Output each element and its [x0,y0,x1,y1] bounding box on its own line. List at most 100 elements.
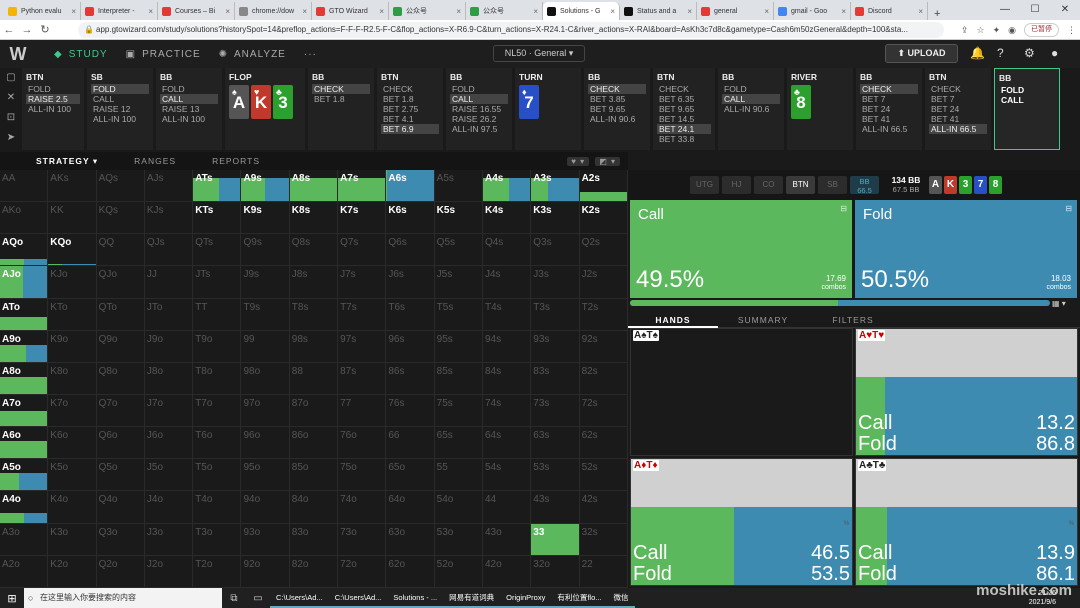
hand-cell[interactable]: AKo [0,202,49,235]
hand-cell[interactable]: 73o [338,523,387,556]
hand-cell[interactable]: T4s [482,298,532,331]
hand-cell[interactable]: QTs [193,234,242,267]
hand-cell[interactable]: TT [193,298,242,331]
fold-action-summary[interactable]: Fold 50.5% 18.03 combos ⊟ [855,200,1077,298]
hand-cell[interactable]: 64s [482,427,532,460]
hand-cell[interactable]: AJs [144,170,194,203]
hand-cell[interactable]: T9o [193,330,242,363]
task-view-icon[interactable]: ⧉ [222,593,246,604]
hand-cell[interactable]: ATo [0,298,49,331]
hand-cell[interactable]: T4o [193,491,242,524]
hand-cell[interactable]: K7o [48,394,97,428]
hand-cell[interactable]: 76o [338,427,387,460]
browser-tab[interactable]: Courses – Bi × [158,2,235,20]
nav-study[interactable]: ◆ STUDY [54,49,108,60]
close-icon[interactable]: × [379,7,384,16]
action-column[interactable]: BB FOLD CALL RAISE 13 ALL-IN 100 [156,68,222,150]
hand-cell[interactable]: 62o [386,555,435,588]
action-option[interactable]: BET 9.65 [657,104,711,114]
hand-cell[interactable]: 62s [579,427,628,460]
grid-view-icon[interactable]: ▦ ▾ [1052,299,1066,308]
hand-cell[interactable]: 99 [241,330,290,363]
hand-cell[interactable]: KJo [48,266,97,299]
hand-cell[interactable]: A8s [289,170,339,203]
hand-cell[interactable]: 96s [386,330,435,363]
user-icon[interactable]: ● [1051,46,1058,60]
hand-cell[interactable]: 93o [241,523,290,556]
hand-cell[interactable]: 75s [434,394,483,428]
hand-cell[interactable]: QQ [96,234,145,267]
action-option[interactable]: BET 2.75 [381,104,439,114]
browser-tab[interactable]: Interpreter - × [81,2,158,20]
hand-cell[interactable]: 83s [531,362,580,395]
hand-cell[interactable]: KQs [96,202,145,235]
hand-cell[interactable]: Q6s [386,234,435,267]
action-column[interactable]: FLOP ♠ A ♥ K ♣ 3 [225,68,305,150]
hand-cell[interactable]: 77 [338,394,387,428]
tab-summary[interactable]: SUMMARY [718,315,808,325]
hand-cell[interactable]: 95o [241,459,290,492]
close-icon[interactable]: × [456,7,461,16]
action-option[interactable]: BET 6.9 [381,124,439,134]
hand-cell[interactable]: 44 [482,491,532,524]
action-option[interactable]: BET 6.35 [657,94,711,104]
action-option[interactable]: BET 41 [860,114,918,124]
hand-cell[interactable]: Q2o [96,555,145,588]
hand-cell[interactable]: Q4o [96,491,145,524]
hand-cell[interactable]: 74s [482,394,532,428]
upload-button[interactable]: ⬆ UPLOAD [885,44,958,63]
hand-cell[interactable]: T2o [193,555,242,588]
expand-icon[interactable]: ⊟ [1065,204,1072,213]
star-icon[interactable]: ☆ [977,25,985,36]
browser-tab[interactable]: Solutions - G × [543,2,620,20]
bell-icon[interactable]: 🔔 [970,46,985,60]
hand-cell[interactable]: Q7s [338,234,387,267]
hand-cell[interactable]: 22 [579,555,628,588]
share-icon[interactable]: ⇪ [961,25,969,36]
position-sb[interactable]: SB [818,176,847,194]
hand-cell[interactable]: K6o [48,427,97,460]
hand-cell[interactable]: J2s [579,266,628,299]
browser-tab[interactable]: general × [697,2,774,20]
hand-cell[interactable]: 97o [241,394,290,428]
hand-cell[interactable]: 97s [338,330,387,363]
hand-cell[interactable]: T5s [434,298,483,331]
hand-cell[interactable]: 98s [289,330,339,363]
hand-cell[interactable]: A4s [482,170,532,203]
hand-cell[interactable]: 95s [434,330,483,363]
browser-tab[interactable]: chrome://dow × [235,2,312,20]
hand-cell[interactable]: A3o [0,523,49,556]
send-icon[interactable]: ➤ [0,128,22,148]
hand-cell[interactable]: A9o [0,330,49,363]
close-icon[interactable]: × [533,7,538,16]
action-option[interactable]: BET 24 [860,104,918,114]
browser-tab[interactable]: 公众号 × [466,2,543,20]
close-icon[interactable]: × [687,7,692,16]
hand-cell[interactable]: 87s [338,362,387,395]
reload-icon[interactable]: ↻ [36,23,54,36]
close-icon[interactable]: × [918,7,923,16]
action-option[interactable]: CALL [450,94,508,104]
hand-cell[interactable]: T7o [193,394,242,428]
hand-cell[interactable]: 43s [531,491,580,524]
hand-cell[interactable]: 52o [434,555,483,588]
hand-cell[interactable]: T9s [241,298,290,331]
hand-cell[interactable]: T7s [338,298,387,331]
hand-cell[interactable]: KQo [48,234,97,267]
hand-cell[interactable]: T5o [193,459,242,492]
taskbar-app[interactable]: 有利位置flo... [551,588,608,608]
tab-hands[interactable]: HANDS [628,312,718,328]
browser-tab[interactable]: Discord × [851,2,928,20]
hand-cell[interactable]: K9s [241,202,290,235]
taskbar-app[interactable]: 网易有道词典 [443,588,501,608]
hand-cell[interactable]: KJs [144,202,194,235]
action-column[interactable]: BTN CHECK BET 7 BET 24 BET 41 ALL-IN 66.5 [925,68,991,150]
hand-cell[interactable]: Q5s [434,234,483,267]
hand-cell[interactable]: KTs [193,202,242,235]
hand-cell[interactable]: 94s [482,330,532,363]
hand-cell[interactable]: 96o [241,427,290,460]
hand-cell[interactable]: A5s [434,170,483,203]
hand-cell[interactable]: 43o [482,523,532,556]
capture-icon[interactable]: ⊡ [0,108,22,128]
nav-more[interactable]: ··· [304,49,317,60]
